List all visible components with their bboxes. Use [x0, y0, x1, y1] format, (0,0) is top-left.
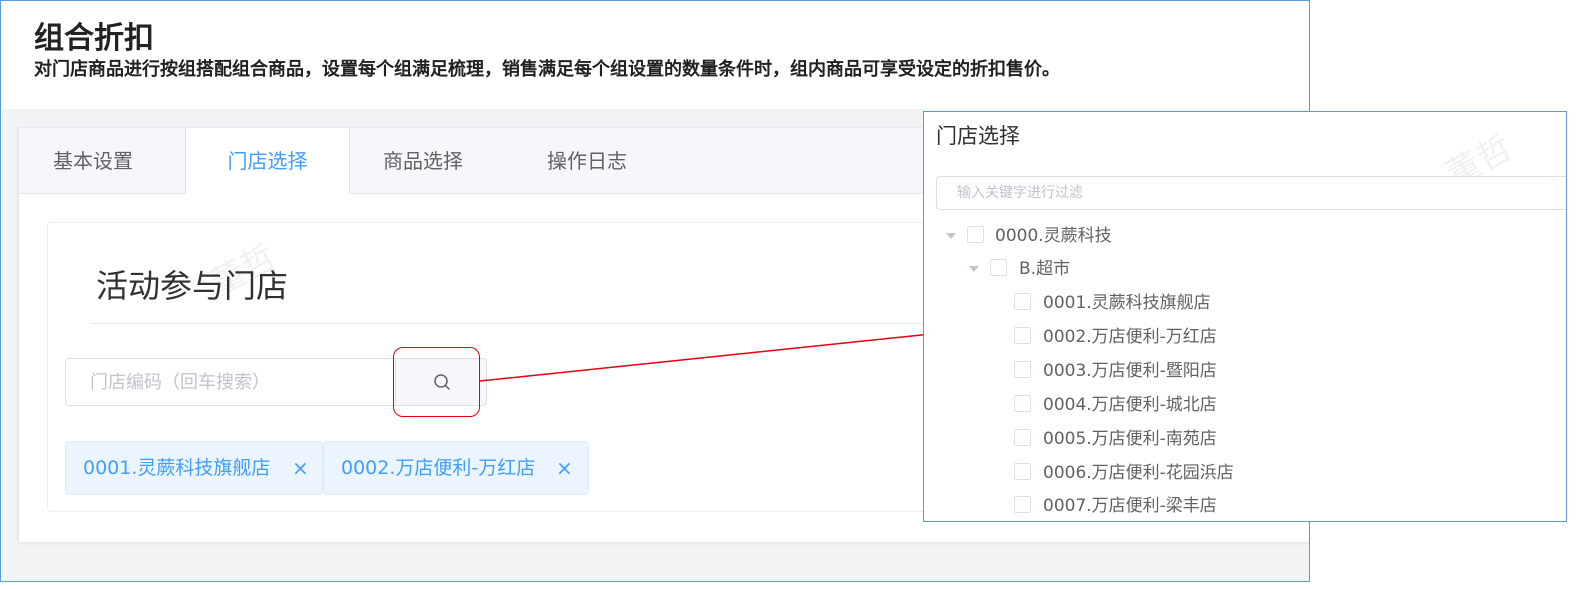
store-selection-popup: 董哲 门店选择 0000.灵蕨科技 B.超市 0001.灵蕨科技旗舰店 0002… — [923, 111, 1567, 522]
tab-product-selection[interactable]: 商品选择 — [383, 128, 463, 194]
tree-checkbox[interactable] — [1014, 395, 1031, 412]
caret-down-icon[interactable] — [969, 266, 979, 272]
tree-node-label: 0000.灵蕨科技 — [995, 226, 1112, 246]
tree-node-label: 0007.万店便利-梁丰店 — [1043, 496, 1217, 516]
store-code-search-input[interactable] — [65, 358, 395, 406]
tree-node-store[interactable]: 0007.万店便利-梁丰店 — [924, 492, 1564, 520]
section-title: 活动参与门店 — [96, 267, 289, 305]
tag-label: 0002.万店便利-万红店 — [341, 457, 536, 479]
tree-node-label: 0004.万店便利-城北店 — [1043, 395, 1217, 415]
tag-label: 0001.灵蕨科技旗舰店 — [83, 457, 271, 479]
annotation-highlight-box — [393, 347, 480, 417]
tree-node-label: 0002.万店便利-万红店 — [1043, 327, 1217, 347]
tree-node-store[interactable]: 0005.万店便利-南苑店 — [924, 425, 1564, 453]
tree-checkbox[interactable] — [1014, 293, 1031, 310]
tree-node-store[interactable]: 0003.万店便利-暨阳店 — [924, 357, 1564, 385]
tag-close-icon[interactable]: × — [292, 442, 309, 494]
tree-node-store[interactable]: 0002.万店便利-万红店 — [924, 323, 1564, 351]
page-title: 组合折扣 — [34, 21, 154, 56]
tree-checkbox[interactable] — [1014, 463, 1031, 480]
tree-node-label: 0003.万店便利-暨阳店 — [1043, 361, 1217, 381]
tree-checkbox[interactable] — [990, 259, 1007, 276]
tree-checkbox[interactable] — [967, 226, 984, 243]
tree-checkbox[interactable] — [1014, 361, 1031, 378]
tab-store-selection[interactable]: 门店选择 — [185, 128, 350, 195]
popup-title: 门店选择 — [936, 124, 1020, 148]
tab-basic-settings[interactable]: 基本设置 — [53, 128, 133, 194]
tree-node-store[interactable]: 0004.万店便利-城北店 — [924, 391, 1564, 419]
tree-node-store[interactable]: 0001.灵蕨科技旗舰店 — [924, 289, 1564, 317]
caret-down-icon[interactable] — [946, 233, 956, 239]
tree-node-group[interactable]: B.超市 — [924, 255, 1564, 283]
tag-close-icon[interactable]: × — [556, 442, 573, 494]
selected-store-tag: 0002.万店便利-万红店 × — [323, 441, 589, 495]
tree-checkbox[interactable] — [1014, 327, 1031, 344]
tree-node-label: 0001.灵蕨科技旗舰店 — [1043, 293, 1211, 313]
tab-operation-log[interactable]: 操作日志 — [547, 128, 627, 194]
tree-checkbox[interactable] — [1014, 429, 1031, 446]
tree-node-store[interactable]: 0006.万店便利-花园浜店 — [924, 459, 1564, 487]
page-description: 对门店商品进行按组搭配组合商品，设置每个组满足梳理，销售满足每个组设置的数量条件… — [34, 59, 1060, 80]
selected-store-tag: 0001.灵蕨科技旗舰店 × — [65, 441, 323, 495]
tree-node-label: 0005.万店便利-南苑店 — [1043, 429, 1217, 449]
tree-node-root[interactable]: 0000.灵蕨科技 — [924, 222, 1564, 250]
tree-node-label: B.超市 — [1019, 259, 1071, 279]
tree-node-label: 0006.万店便利-花园浜店 — [1043, 463, 1234, 483]
tree-filter-input[interactable] — [936, 176, 1566, 210]
tree-checkbox[interactable] — [1014, 496, 1031, 513]
